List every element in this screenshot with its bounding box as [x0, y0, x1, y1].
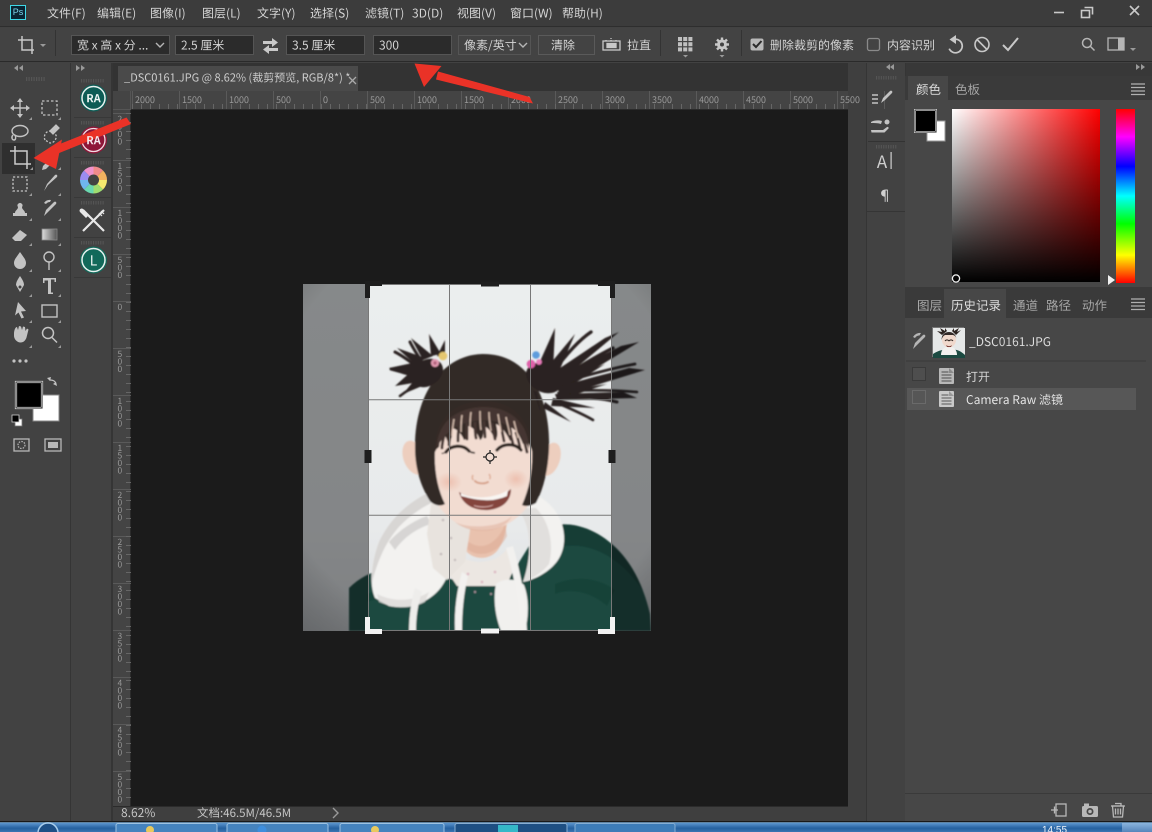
- svg-text:14:55: 14:55: [1042, 825, 1067, 832]
